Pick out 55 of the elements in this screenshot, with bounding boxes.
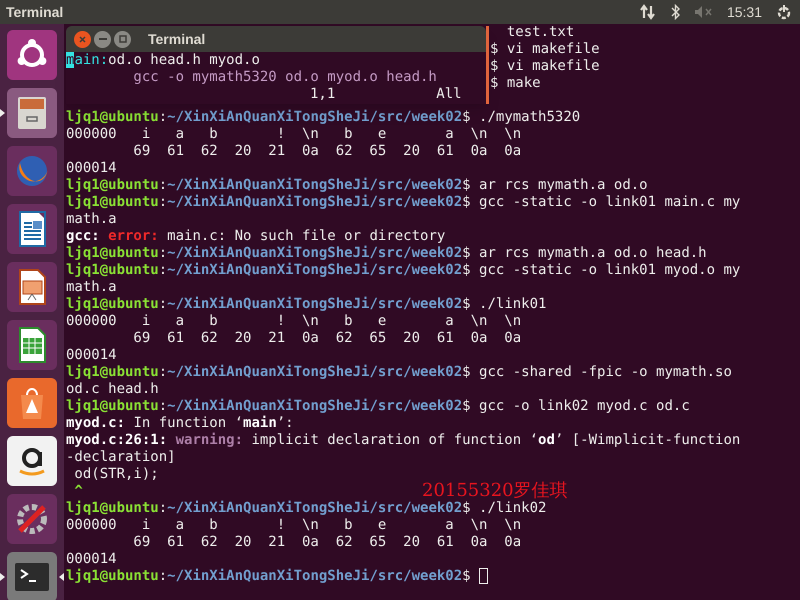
launcher-item[interactable] [7, 262, 57, 312]
clock[interactable]: 15:31 [726, 2, 762, 22]
terminal-line: od.c head.h [66, 381, 159, 398]
terminal-line: math.a [66, 279, 117, 296]
maximize-button[interactable] [114, 30, 131, 48]
terminal-line: 000000 i a b ! \n b e a \n \n [66, 126, 522, 143]
terminal-line: ljq1@ubuntu:~/XinXiAnQuanXiTongSheJi/src/week02$ gcc -o link02 myod.c od.c [66, 398, 690, 415]
maximize-icon [118, 35, 126, 43]
launcher-item[interactable] [7, 320, 57, 370]
network-arrows-icon[interactable] [638, 4, 657, 20]
window-title: Terminal [148, 30, 206, 48]
launcher-item[interactable] [7, 204, 57, 254]
terminal-line: ljq1@ubuntu:~/XinXiAnQuanXiTongSheJi/src/week02$ [66, 568, 471, 585]
terminal-line: ljq1@ubuntu:~/XinXiAnQuanXiTongSheJi/src/week02$ ./link01 [66, 296, 546, 313]
annotation-text: 20155320罗佳琪 [422, 480, 568, 501]
terminal-line: ljq1@ubuntu:~/XinXiAnQuanXiTongSheJi/src/week02$ gcc -static -o link01 main.c my [66, 194, 740, 211]
terminal-line: ljq1@ubuntu:~/XinXiAnQuanXiTongSheJi/src/week02$ gcc -static -o link01 myod.o my [66, 262, 740, 279]
terminal-line: 69 61 62 20 21 0a 62 65 20 61 0a 0a [132, 330, 522, 347]
terminal-line: od(STR,i); [73, 466, 159, 483]
terminal-line: 000014 [66, 551, 117, 568]
close-icon [79, 36, 86, 42]
editor-line: gcc -o mymath5320 od.o myod.o head.h [132, 69, 437, 86]
terminal-line: 000014 [66, 347, 117, 364]
terminal-line: ljq1@ubuntu:~/XinXiAnQuanXiTongSheJi/src/week02$ ./mymath5320 [66, 109, 580, 126]
terminal-line: 69 61 62 20 21 0a 62 65 20 61 0a 0a [132, 534, 522, 551]
minimize-icon [98, 38, 106, 40]
cursor-position: 1,1 [310, 86, 336, 103]
terminal-line: 000000 i a b ! \n b e a \n \n [66, 313, 522, 330]
terminal-line: test.txt [506, 24, 574, 41]
terminal-line: ljq1@ubuntu:~/XinXiAnQuanXiTongSheJi/src/week02$ ar rcs mymath.a od.o [66, 177, 648, 194]
terminal-line: ljq1@ubuntu:~/XinXiAnQuanXiTongSheJi/src/week02$ ar rcs mymath.a od.o head.h [66, 245, 707, 262]
terminal-line: $ make [490, 75, 541, 92]
terminal-line: $ vi makefile [490, 58, 600, 75]
terminal-line: $ vi makefile [490, 41, 600, 58]
terminal-line: myod.c:26:1: warning: implicit declaration of function ‘od’ [-Wimplicit-function [66, 432, 740, 449]
terminal-line: ljq1@ubuntu:~/XinXiAnQuanXiTongSheJi/src/week02$ ./link02 [66, 500, 546, 517]
terminal-line: gcc: error: main.c: No such file or directory [66, 228, 446, 245]
terminal-line: -declaration] [66, 449, 176, 466]
terminal-line: ljq1@ubuntu:~/XinXiAnQuanXiTongSheJi/src/week02$ gcc -shared -fpic -o mymath.so [66, 364, 732, 381]
active-window-title: Terminal [6, 2, 64, 22]
terminal-line: math.a [66, 211, 117, 228]
terminal-line: 000014 [66, 160, 117, 177]
terminal-line: 000000 i a b ! \n b e a \n \n [66, 517, 522, 534]
power-icon[interactable] [776, 4, 792, 20]
launcher-item[interactable] [7, 436, 57, 486]
launcher-item[interactable] [7, 30, 57, 80]
bluetooth-icon[interactable] [670, 4, 681, 20]
volume-muted-icon[interactable] [694, 6, 713, 18]
terminal-line: myod.c: In function ‘main’: [66, 415, 294, 432]
editor-line: main:od.o head.h myod.o [66, 52, 260, 69]
terminal-line: ^ [73, 483, 83, 500]
minimize-button[interactable] [94, 30, 111, 48]
close-button[interactable] [74, 30, 91, 48]
terminal-line: 69 61 62 20 21 0a 62 65 20 61 0a 0a [132, 143, 522, 160]
scroll-position: All [436, 86, 462, 103]
